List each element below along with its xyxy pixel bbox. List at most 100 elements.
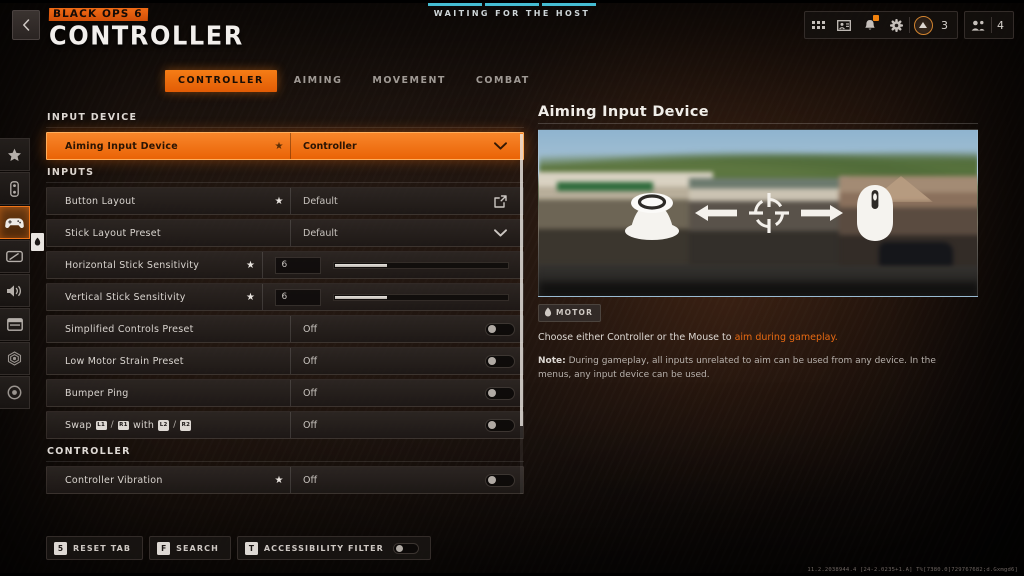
- page-title: CONTROLLER: [49, 20, 244, 52]
- detail-panel: Aiming Input Device MOTOR Choose either …: [538, 104, 978, 383]
- sidebar-item-accessibility[interactable]: [0, 376, 30, 409]
- search-label: SEARCH: [176, 543, 219, 553]
- favorite-star-icon[interactable]: ★: [268, 141, 290, 152]
- detail-note: Note: During gameplay, all inputs unrela…: [538, 355, 970, 383]
- favorite-star-icon[interactable]: ★: [268, 475, 290, 486]
- top-bar: BLACK OPS 6 CONTROLLER WAITING FOR THE H…: [0, 0, 1024, 52]
- toggle-knob: [488, 357, 496, 365]
- toggle-knob: [488, 421, 496, 429]
- party-group[interactable]: 4: [964, 11, 1014, 39]
- sensitivity-slider[interactable]: [332, 261, 509, 269]
- arrow-left-glyph: [695, 205, 737, 221]
- settings-category-rail: [0, 138, 44, 410]
- toggle-switch[interactable]: [477, 473, 523, 487]
- description-text: Choose either Controller or the Mouse to: [538, 332, 735, 343]
- key-badge: F: [157, 541, 171, 555]
- sidebar-item-audio[interactable]: [0, 274, 30, 307]
- arrow-right-glyph: [801, 205, 843, 221]
- favorite-star-icon[interactable]: ★: [268, 196, 290, 207]
- toggle-track: [485, 473, 515, 487]
- chevron-down-icon[interactable]: [477, 229, 523, 237]
- top-right-cluster: 3 4: [804, 11, 1014, 39]
- battery-icon: [10, 180, 19, 197]
- note-prefix: Note:: [538, 355, 566, 366]
- accessibility-filter-toggle[interactable]: [392, 542, 419, 554]
- motor-icon: [544, 307, 552, 317]
- sidebar-item-favorites[interactable]: [0, 138, 30, 171]
- key-badge: 5: [54, 541, 67, 555]
- setting-value: Off: [303, 387, 318, 399]
- setting-row-bumper-ping[interactable]: Bumper Ping Off: [46, 379, 524, 407]
- toggle-knob: [395, 544, 403, 552]
- key-badge: T: [244, 541, 258, 555]
- divider: [261, 252, 263, 278]
- setting-row-button-layout[interactable]: Button Layout ★ Default: [46, 187, 524, 215]
- settings-scrollbar[interactable]: [520, 134, 523, 494]
- gamepad-icon: [5, 217, 24, 228]
- chevron-down-glyph: [493, 229, 507, 237]
- toggle-switch[interactable]: [477, 418, 523, 432]
- apps-grid-icon[interactable]: [805, 11, 831, 39]
- sidebar-item-mouse-keyboard[interactable]: [0, 240, 30, 273]
- setting-label: Button Layout: [65, 195, 136, 207]
- search-button[interactable]: F SEARCH: [149, 536, 231, 560]
- setting-value: Off: [303, 323, 318, 335]
- sensitivity-slider[interactable]: [332, 293, 509, 301]
- setting-row-stick-layout-preset[interactable]: Stick Layout Preset Default: [46, 219, 524, 247]
- swap-word: Swap: [65, 419, 92, 431]
- setting-label: Aiming Input Device: [65, 140, 178, 152]
- settings-list: INPUT DEVICE Aiming Input Device ★ Contr…: [46, 112, 524, 500]
- reset-tab-button[interactable]: 5 RESET TAB: [46, 536, 144, 560]
- setting-row-controller-vibration[interactable]: Controller Vibration ★ Off: [46, 466, 524, 494]
- button-r2-icon: R2: [180, 419, 192, 431]
- toggle-track: [485, 354, 515, 368]
- setting-label: Controller Vibration: [65, 474, 163, 486]
- bottom-hint-bar: 5 RESET TAB F SEARCH T ACCESSIBILITY FIL…: [46, 536, 431, 560]
- sidebar-item-account[interactable]: [0, 172, 30, 205]
- setting-row-low-motor-strain-preset[interactable]: Low Motor Strain Preset Off: [46, 347, 524, 375]
- scrollbar-thumb[interactable]: [520, 134, 523, 426]
- favorite-star-icon[interactable]: ★: [240, 292, 262, 303]
- sensitivity-value-input[interactable]: 6: [274, 256, 321, 274]
- favorite-star-icon[interactable]: ★: [240, 260, 262, 271]
- toggle-knob: [488, 476, 496, 484]
- settings-gear-icon[interactable]: [883, 11, 909, 39]
- setting-label: Stick Layout Preset: [65, 227, 161, 239]
- setting-row-horizontal-stick-sensitivity[interactable]: Horizontal Stick Sensitivity ★ 6: [46, 251, 524, 279]
- party-members-icon[interactable]: [965, 11, 991, 39]
- gear-glyph: [889, 18, 903, 32]
- sensitivity-value-input[interactable]: 6: [274, 288, 321, 306]
- setting-value: Off: [303, 355, 318, 367]
- cod-points-icon[interactable]: [910, 11, 936, 39]
- detail-preview-image: [538, 129, 978, 297]
- tab-aiming[interactable]: AIMING: [281, 70, 356, 92]
- notifications-bell-icon[interactable]: [857, 11, 883, 39]
- setting-row-vertical-stick-sensitivity[interactable]: Vertical Stick Sensitivity ★ 6: [46, 283, 524, 311]
- toggle-track: [485, 322, 515, 336]
- setting-row-simplified-controls-preset[interactable]: Simplified Controls Preset Off: [46, 315, 524, 343]
- setting-row-aiming-input-device[interactable]: Aiming Input Device ★ Controller: [46, 132, 524, 160]
- tab-controller[interactable]: CONTROLLER: [165, 70, 277, 92]
- chevron-down-icon[interactable]: [477, 142, 523, 150]
- button-l1-icon: L1: [95, 420, 107, 430]
- tab-movement[interactable]: MOVEMENT: [359, 70, 459, 92]
- toggle-switch[interactable]: [477, 322, 523, 336]
- tab-combat[interactable]: COMBAT: [463, 70, 543, 92]
- open-external-glyph: [493, 194, 507, 208]
- toggle-track: [485, 418, 515, 432]
- id-card-icon[interactable]: [831, 11, 857, 39]
- accessibility-filter-button[interactable]: T ACCESSIBILITY FILTER: [236, 536, 431, 560]
- sidebar-item-controller[interactable]: [0, 206, 30, 239]
- rail-flyout-indicator[interactable]: [31, 233, 44, 251]
- toggle-switch[interactable]: [477, 354, 523, 368]
- display-icon: [6, 318, 23, 331]
- slider-fill: [334, 295, 387, 299]
- open-external-icon[interactable]: [477, 194, 523, 208]
- toggle-switch[interactable]: [477, 386, 523, 400]
- setting-row-swap-bumpers-triggers[interactable]: Swap L1 / R1 with L2 / R2 Off: [46, 411, 524, 439]
- cod-points-glyph: [919, 22, 927, 28]
- notification-badge: [873, 15, 879, 21]
- setting-label: Swap L1 / R1 with L2 / R2: [47, 419, 268, 431]
- sidebar-item-graphics[interactable]: [0, 342, 30, 375]
- sidebar-item-interface[interactable]: [0, 308, 30, 341]
